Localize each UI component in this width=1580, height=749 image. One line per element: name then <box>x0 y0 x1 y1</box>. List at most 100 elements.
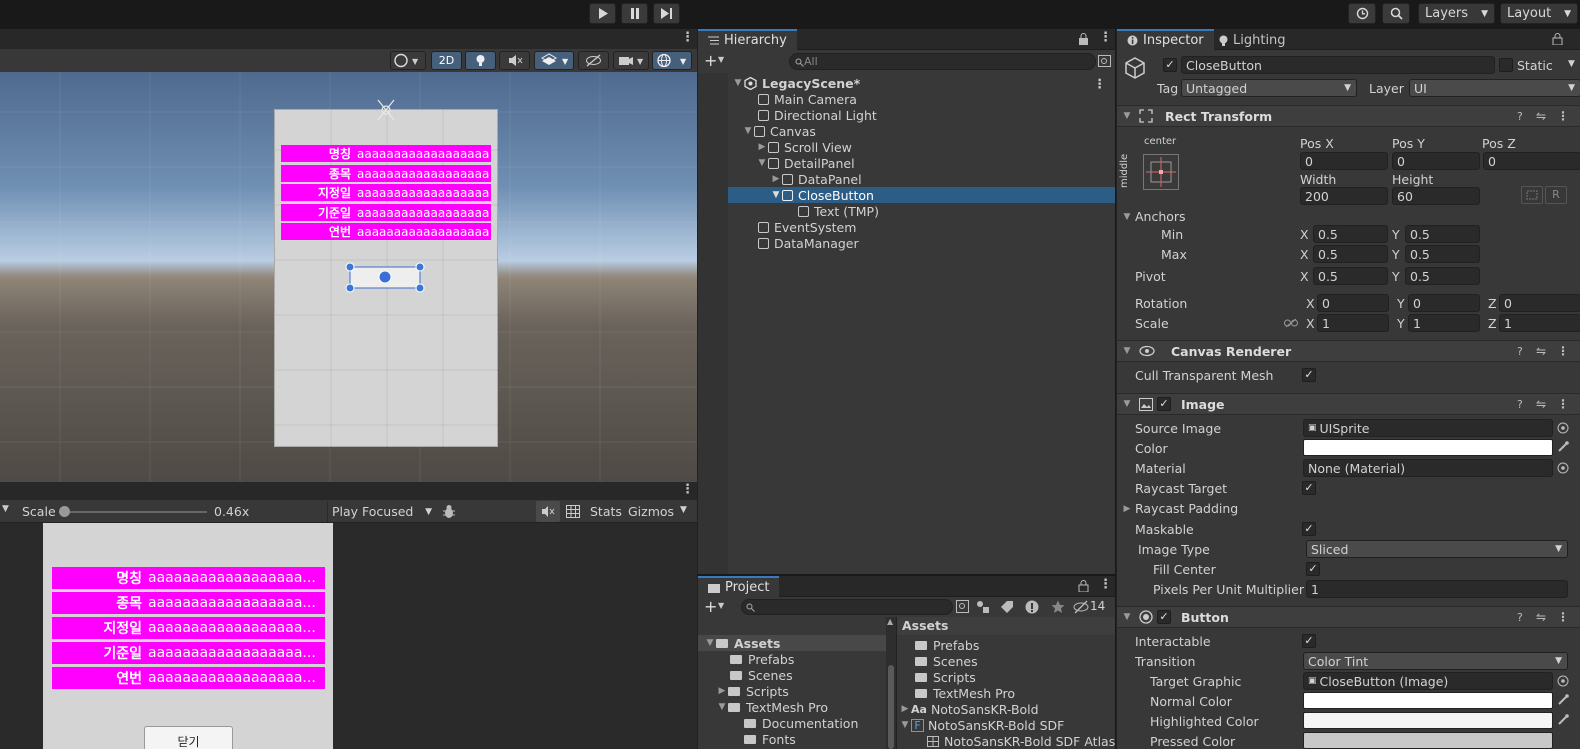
tree-item-assets[interactable]: ▼ Assets <box>698 635 886 651</box>
rotation-y-field[interactable]: 0 <box>1408 294 1480 312</box>
star-icon[interactable] <box>1051 600 1065 614</box>
maskable-checkbox[interactable]: ✓ <box>1302 522 1316 536</box>
hierarchy-item[interactable]: DataManager <box>698 235 1115 251</box>
hierarchy-item[interactable]: EventSystem <box>698 219 1115 235</box>
audio-toggle[interactable] <box>499 51 530 70</box>
label-icon[interactable] <box>1000 600 1014 614</box>
eyedropper-icon[interactable] <box>1557 441 1569 453</box>
hierarchy-item[interactable]: ▶ DataPanel <box>698 171 1115 187</box>
breadcrumb[interactable]: Assets <box>897 617 1115 635</box>
pos-x-field[interactable]: 0 <box>1300 152 1388 170</box>
camera-settings-button[interactable]: ▼ <box>613 51 649 70</box>
button-enabled-checkbox[interactable]: ✓ <box>1157 610 1171 624</box>
hierarchy-item[interactable]: ▼ DetailPanel <box>698 155 1115 171</box>
chevron-down-icon[interactable]: ▼ <box>718 601 724 610</box>
image-header[interactable]: ▼ ✓ Image ? ⇋ ⋮ <box>1117 393 1580 415</box>
tree-item[interactable]: Prefabs <box>698 651 886 667</box>
material-field[interactable]: None (Material) <box>1303 459 1553 477</box>
selection-handles[interactable] <box>345 262 429 294</box>
blueprint-mode-button[interactable] <box>1521 186 1543 204</box>
ppu-field[interactable]: 1 <box>1306 580 1568 598</box>
object-picker-icon[interactable] <box>1557 675 1569 687</box>
more-icon[interactable]: ⋮ <box>1557 610 1569 624</box>
lock-icon[interactable] <box>1078 580 1089 592</box>
help-icon[interactable]: ? <box>1517 611 1523 624</box>
file-item[interactable]: Scripts <box>897 669 1115 685</box>
project-tree-scrollbar[interactable]: ▲ <box>886 617 896 749</box>
static-checkbox[interactable] <box>1499 58 1513 72</box>
pivot-x-field[interactable]: 0.5 <box>1313 267 1388 285</box>
layout-dropdown[interactable]: Layout ▼ <box>1500 3 1578 24</box>
highlighted-color-swatch[interactable] <box>1303 712 1553 729</box>
more-icon[interactable]: ⋮ <box>1099 577 1112 592</box>
expand-arrow-icon[interactable]: ▼ <box>716 702 728 712</box>
button-header[interactable]: ▼ ✓ Button ? ⇋ ⋮ <box>1117 606 1580 628</box>
tag-dropdown[interactable]: Untagged ▼ <box>1181 79 1357 97</box>
play-mode-dropdown[interactable]: Play Focused ▼ <box>327 501 436 522</box>
rect-transform-header[interactable]: ▼ Rect Transform ? ⇋ ⋮ <box>1117 105 1580 127</box>
preset-icon[interactable]: ⇋ <box>1536 397 1546 411</box>
search-options-icon[interactable] <box>956 600 970 614</box>
gizmos-toggle[interactable]: ▼ <box>652 51 692 70</box>
expand-arrow-icon[interactable]: ▼ <box>899 720 911 730</box>
expand-arrow-icon[interactable]: ▼ <box>1121 111 1133 121</box>
lighting-toggle[interactable] <box>465 51 496 70</box>
search-options-icon[interactable] <box>1098 55 1112 68</box>
height-field[interactable]: 60 <box>1392 187 1480 205</box>
effects-toggle[interactable]: ▼ <box>534 51 574 70</box>
file-item[interactable]: Scenes <box>897 653 1115 669</box>
more-icon[interactable]: ⋮ <box>681 30 694 45</box>
warning-icon[interactable] <box>1025 600 1039 614</box>
object-name-field[interactable]: CloseButton <box>1181 56 1495 74</box>
tree-item[interactable]: ▶ Scripts <box>698 683 886 699</box>
object-picker-icon[interactable] <box>1557 422 1569 434</box>
anchor-presets-button[interactable] <box>1143 154 1179 190</box>
history-button[interactable] <box>1348 3 1376 24</box>
source-image-field[interactable]: ▣ UISprite <box>1303 419 1553 437</box>
expand-arrow-icon[interactable]: ▼ <box>732 78 744 88</box>
more-icon[interactable]: ⋮ <box>681 482 694 497</box>
file-item[interactable]: NotoSansKR-Bold SDF Atlas <box>897 733 1115 749</box>
collapse-arrow-icon[interactable]: ▶ <box>756 142 768 152</box>
preset-icon[interactable]: ⇋ <box>1536 109 1546 123</box>
more-icon[interactable]: ⋮ <box>1557 344 1569 358</box>
tab-project[interactable]: Project <box>698 576 780 597</box>
file-item[interactable]: ▼ F NotoSansKR-Bold SDF <box>897 717 1115 733</box>
mute-audio-toggle[interactable] <box>536 501 560 522</box>
scene-view[interactable]: ⋮ ▼ 2D ▼ ▼ ▼ 명칭 aaaaaaaaaaaaaaaaaa 종목 aa… <box>0 29 697 482</box>
grid-icon[interactable] <box>566 505 580 518</box>
scale-slider-track[interactable] <box>64 511 207 513</box>
collapse-arrow-icon[interactable]: ▶ <box>899 704 911 714</box>
scale-slider-thumb[interactable] <box>59 506 70 517</box>
more-icon[interactable]: ⋮ <box>1094 76 1107 91</box>
collapse-arrow-icon[interactable]: ▶ <box>770 174 782 184</box>
tree-item[interactable]: Fonts <box>698 731 886 747</box>
target-graphic-field[interactable]: ▣ CloseButton (Image) <box>1303 672 1553 690</box>
scroll-up-icon[interactable]: ▲ <box>887 617 893 626</box>
tab-inspector[interactable]: Inspector <box>1117 29 1214 50</box>
normal-color-swatch[interactable] <box>1303 692 1553 709</box>
eyedropper-icon[interactable] <box>1557 714 1569 726</box>
layers-dropdown[interactable]: Layers ▼ <box>1418 3 1495 24</box>
scale-y-field[interactable]: 1 <box>1408 314 1480 332</box>
layer-dropdown[interactable]: UI ▼ <box>1409 79 1580 97</box>
scale-z-field[interactable]: 1 <box>1499 314 1580 332</box>
raw-edit-button[interactable]: R <box>1545 186 1567 204</box>
chevron-down-icon[interactable]: ▼ <box>2 504 9 514</box>
image-enabled-checkbox[interactable]: ✓ <box>1157 397 1171 411</box>
expand-arrow-icon[interactable]: ▼ <box>1121 612 1133 622</box>
preset-icon[interactable]: ⇋ <box>1536 610 1546 624</box>
help-icon[interactable]: ? <box>1517 345 1523 358</box>
more-icon[interactable]: ⋮ <box>1557 109 1569 123</box>
transition-dropdown[interactable]: Color Tint ▼ <box>1303 652 1568 670</box>
raycast-checkbox[interactable]: ✓ <box>1302 481 1316 495</box>
scrollbar-thumb[interactable] <box>888 665 894 749</box>
pause-button[interactable] <box>621 3 648 24</box>
step-button[interactable] <box>653 3 680 24</box>
anchor-max-x-field[interactable]: 0.5 <box>1313 245 1388 263</box>
color-swatch[interactable] <box>1303 439 1553 456</box>
help-icon[interactable]: ? <box>1517 110 1523 123</box>
stats-button[interactable]: Stats <box>590 504 622 519</box>
help-icon[interactable]: ? <box>1517 398 1523 411</box>
file-item[interactable]: Prefabs <box>897 637 1115 653</box>
